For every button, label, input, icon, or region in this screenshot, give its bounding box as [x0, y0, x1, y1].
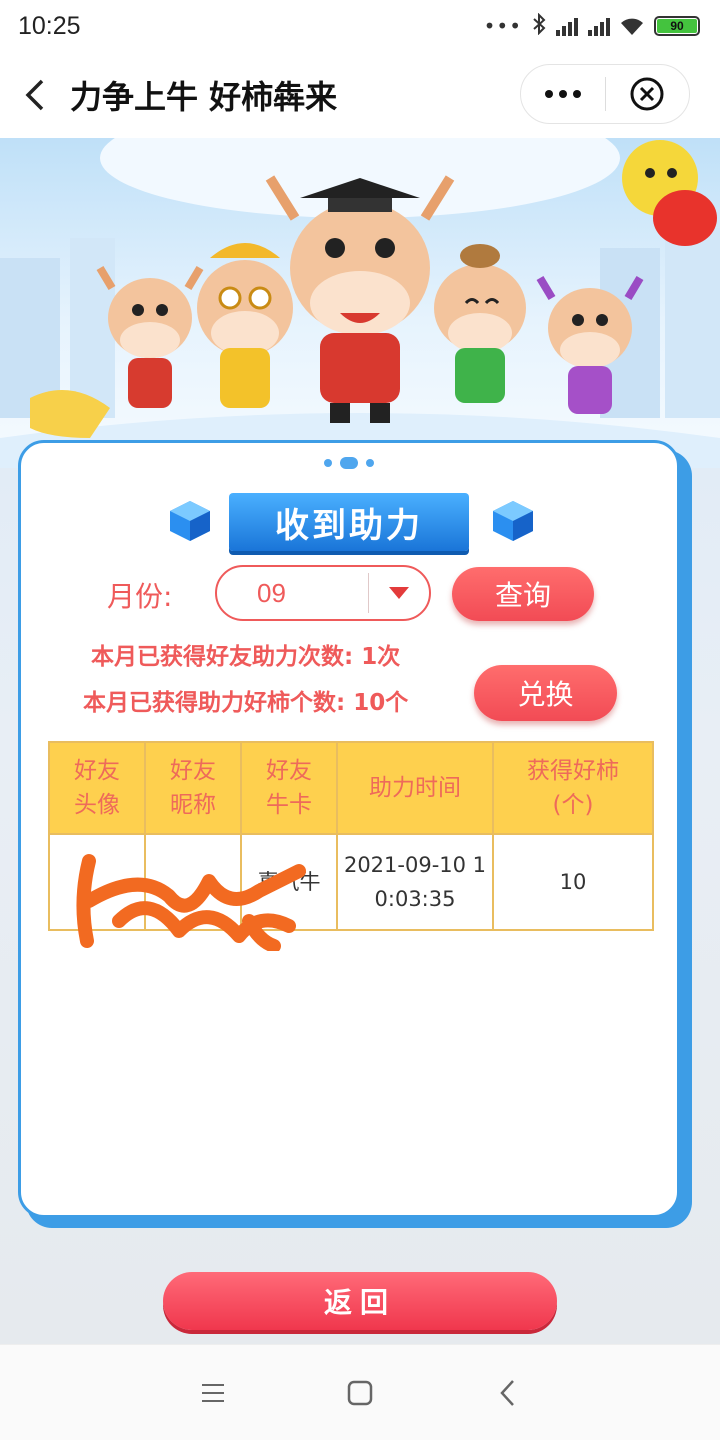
page-title: 力争上牛 好柿犇来 [70, 78, 338, 116]
back-arrow-icon [25, 79, 44, 111]
month-value: 09 [257, 577, 286, 608]
battery-icon: 90 [654, 16, 700, 36]
blue-cube-icon-left [170, 501, 210, 541]
menu-button[interactable] [183, 1363, 243, 1423]
query-button[interactable]: 查询 [452, 567, 594, 621]
status-icons: ••• 90 [483, 12, 700, 40]
indicator-dot-active [340, 457, 358, 469]
banner-illustration [0, 138, 720, 468]
signal-icon [556, 16, 578, 36]
battery-level: 90 [657, 19, 697, 33]
time-text: 0:03:35 [374, 887, 456, 911]
caret-down-icon [389, 587, 409, 599]
indicator-dot [324, 459, 332, 467]
redaction-scribble [76, 854, 306, 951]
close-circle-icon [630, 77, 664, 111]
more-button[interactable] [521, 65, 605, 123]
table-header-row: 好友头像 好友昵称 好友牛卡 助力时间 获得好柿 (个) [48, 741, 654, 835]
exchange-button[interactable]: 兑换 [474, 665, 617, 721]
month-label: 月份: [107, 580, 173, 613]
wifi-icon [621, 18, 643, 35]
persimmon-count-text: 本月已获得助力好柿个数: 10个 [83, 690, 409, 716]
header-nickname: 好友 昵称 [144, 741, 242, 835]
cartoon-cows-illustration [0, 138, 720, 468]
blue-cube-icon-right [493, 501, 533, 541]
header-time: 助力时间 [336, 741, 494, 835]
header-avatar: 好友 头像 [48, 741, 146, 835]
status-time: 10:25 [18, 11, 81, 40]
mini-program-capsule [520, 64, 690, 124]
close-button[interactable] [606, 65, 690, 123]
return-button[interactable]: 返回 [163, 1272, 557, 1330]
card-title-box: 收到助力 [229, 493, 469, 551]
assist-count-text: 本月已获得好友助力次数: 1次 [91, 644, 401, 670]
header-text: (个) [552, 792, 594, 818]
back-chevron-icon [499, 1379, 514, 1406]
status-bar: 10:25 ••• 90 [0, 0, 720, 52]
system-back-button[interactable] [477, 1363, 537, 1423]
header-text: 昵称 [170, 792, 216, 818]
card-title-banner: 收到助力 [229, 493, 469, 551]
cell-time: 2021-09-10 1 0:03:35 [336, 833, 494, 931]
signal-icon-2 [588, 16, 610, 36]
home-square-icon [347, 1380, 373, 1405]
back-button[interactable] [0, 52, 70, 138]
bluetooth-icon [532, 12, 546, 40]
dropdown-arrow[interactable] [369, 567, 429, 619]
header-card: 好友 牛卡 [240, 741, 338, 835]
header-text: 助力时间 [369, 775, 461, 801]
header-text: 牛卡 [266, 792, 312, 818]
header-text: 获得好柿 [527, 758, 619, 784]
header-text: 头像 [74, 792, 120, 818]
page-indicator [21, 457, 677, 469]
indicator-dot [366, 459, 374, 467]
time-text: 2021-09-10 1 [343, 853, 487, 877]
nav-bar: 力争上牛 好柿犇来 [0, 52, 720, 138]
header-text: 好友 [266, 758, 312, 784]
more-notifications-icon: ••• [483, 14, 522, 38]
menu-lines-icon [202, 1383, 225, 1402]
header-count: 获得好柿 (个) [492, 741, 654, 835]
header-text: 好友 [74, 758, 120, 784]
header-text: 好友 [170, 758, 216, 784]
cell-count: 10 [492, 833, 654, 931]
more-dots-icon [544, 90, 581, 98]
card-title: 收到助力 [275, 505, 423, 546]
system-nav-bar [0, 1344, 720, 1440]
received-assist-card: 收到助力 月份: 09 查询 本月已获得好友助力次数: 1次 本月已获得助力好柿… [18, 440, 680, 1218]
home-button[interactable] [330, 1363, 390, 1423]
month-select[interactable]: 09 [215, 565, 431, 621]
